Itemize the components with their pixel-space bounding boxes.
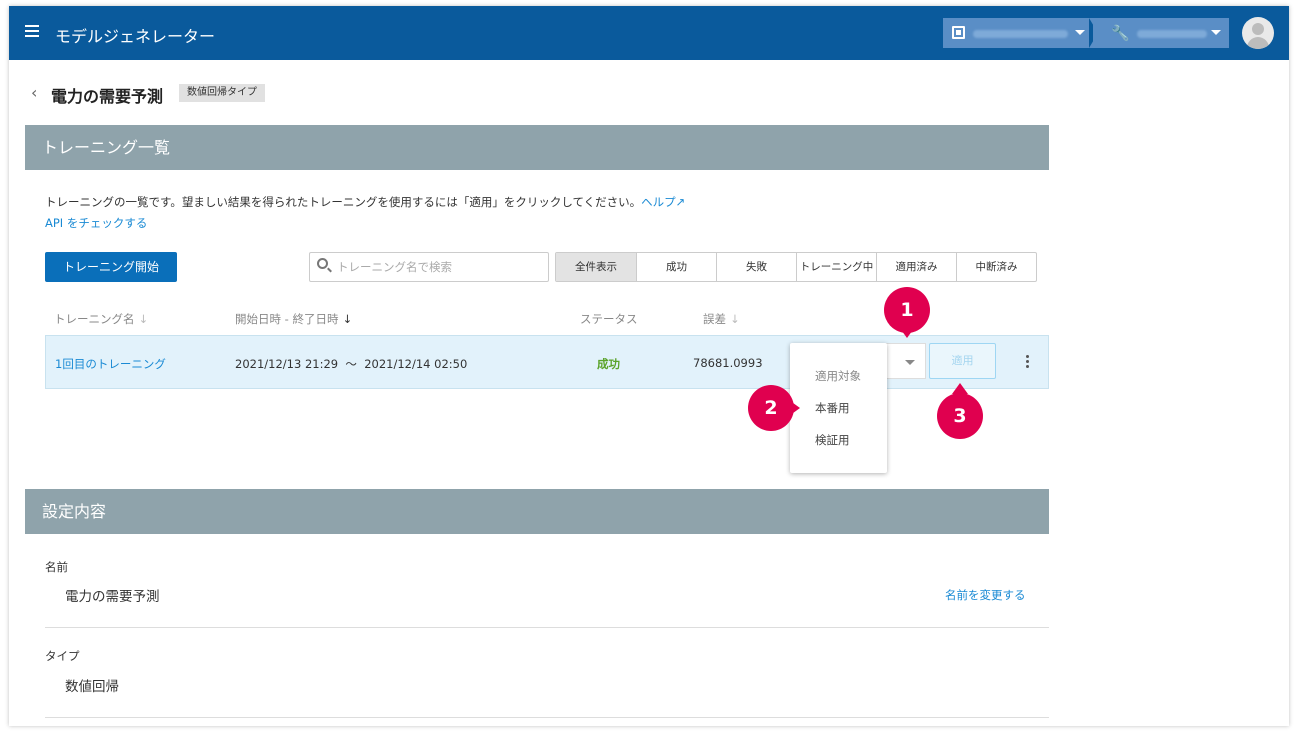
error-value: 78681.0993 — [693, 356, 763, 370]
user-avatar[interactable] — [1242, 17, 1274, 49]
start-datetime: 2021/12/13 21:29 — [235, 357, 339, 371]
column-header-name-label: トレーニング名 — [54, 312, 135, 326]
training-section-header: トレーニング一覧 — [25, 125, 1049, 170]
organization-selector[interactable] — [943, 18, 1093, 48]
sort-arrow-icon: ↓ — [138, 312, 149, 326]
divider — [45, 717, 1049, 718]
project-selector[interactable]: 🔧 — [1093, 18, 1229, 48]
filter-all[interactable]: 全件表示 — [556, 253, 636, 281]
filter-training[interactable]: トレーニング中 — [796, 253, 876, 281]
menu-icon[interactable] — [25, 25, 39, 39]
rename-link[interactable]: 名前を変更する — [945, 587, 1026, 603]
training-name-link[interactable]: 1回目のトレーニング — [55, 356, 166, 372]
dropdown-header: 適用対象 — [815, 369, 861, 383]
column-header-error[interactable]: 誤差 ↓ — [703, 311, 740, 327]
top-bar: モデルジェネレーター 🔧 — [9, 6, 1289, 60]
callout-marker-1: 1 — [884, 287, 930, 338]
status-badge: 成功 — [597, 357, 620, 371]
project-name-blurred — [1137, 30, 1207, 38]
filter-aborted[interactable]: 中断済み — [956, 253, 1036, 281]
help-link-label: ヘルプ — [641, 195, 676, 209]
column-header-error-label: 誤差 — [703, 312, 726, 326]
more-options-icon[interactable] — [1026, 355, 1030, 370]
back-chevron-icon[interactable]: ‹ — [31, 83, 37, 102]
filter-failed[interactable]: 失敗 — [716, 253, 796, 281]
search-icon — [317, 258, 328, 269]
column-header-dates[interactable]: 開始日時 - 終了日時 ↓ — [235, 311, 352, 327]
sort-arrow-icon: ↓ — [730, 312, 740, 326]
option-validation[interactable]: 検証用 — [815, 432, 850, 448]
callout-marker-2: 2 — [748, 385, 800, 431]
api-link[interactable]: API をチェックする — [45, 215, 147, 231]
help-link[interactable]: ヘルプ↗ — [641, 195, 685, 209]
app-title: モデルジェネレーター — [55, 27, 216, 46]
table-row: 1回目のトレーニング 2021/12/13 21:29 〜 2021/12/14… — [45, 335, 1049, 389]
apply-target-dropdown: 適用対象 本番用 検証用 — [790, 343, 887, 473]
status-filter-group: 全件表示 成功 失敗 トレーニング中 適用済み 中断済み — [555, 252, 1037, 282]
type-badge: 数値回帰タイプ — [179, 84, 265, 102]
type-label: タイプ — [45, 649, 80, 663]
organization-name-blurred — [973, 30, 1068, 38]
type-value: 数値回帰 — [65, 679, 119, 695]
date-separator: 〜 — [345, 357, 357, 371]
training-dates: 2021/12/13 21:29 〜 2021/12/14 02:50 — [235, 356, 467, 372]
training-description: トレーニングの一覧です。望ましい結果を得られたトレーニングを使用するには「適用」… — [45, 194, 685, 210]
chevron-down-icon — [1211, 30, 1221, 35]
settings-section-header: 設定内容 — [25, 489, 1049, 534]
external-link-icon: ↗ — [675, 195, 686, 209]
name-label: 名前 — [45, 560, 68, 574]
chevron-down-icon — [905, 360, 915, 365]
end-datetime: 2021/12/14 02:50 — [364, 357, 468, 371]
name-value: 電力の需要予測 — [65, 589, 160, 605]
column-header-dates-label: 開始日時 - 終了日時 — [235, 312, 339, 326]
callout-marker-3: 3 — [937, 383, 983, 439]
filter-success[interactable]: 成功 — [636, 253, 716, 281]
option-production[interactable]: 本番用 — [815, 400, 850, 416]
sort-arrow-active-icon: ↓ — [342, 312, 353, 326]
page-title: 電力の需要予測 — [51, 87, 164, 106]
column-header-name[interactable]: トレーニング名 ↓ — [54, 311, 148, 327]
app-frame: モデルジェネレーター 🔧 ‹ 電力の需要予測 数値回帰タイプ トレーニング一覧 … — [9, 6, 1289, 726]
wrench-icon: 🔧 — [1111, 24, 1130, 42]
column-header-status: ステータス — [580, 312, 638, 326]
building-icon — [952, 26, 965, 39]
chevron-down-icon — [1075, 30, 1085, 35]
training-search — [309, 252, 549, 282]
description-text: トレーニングの一覧です。望ましい結果を得られたトレーニングを使用するには「適用」… — [45, 195, 642, 209]
divider — [45, 627, 1049, 628]
filter-applied[interactable]: 適用済み — [876, 253, 956, 281]
apply-button[interactable]: 適用 — [929, 343, 996, 379]
start-training-button[interactable]: トレーニング開始 — [45, 252, 177, 282]
search-input[interactable] — [337, 253, 542, 281]
